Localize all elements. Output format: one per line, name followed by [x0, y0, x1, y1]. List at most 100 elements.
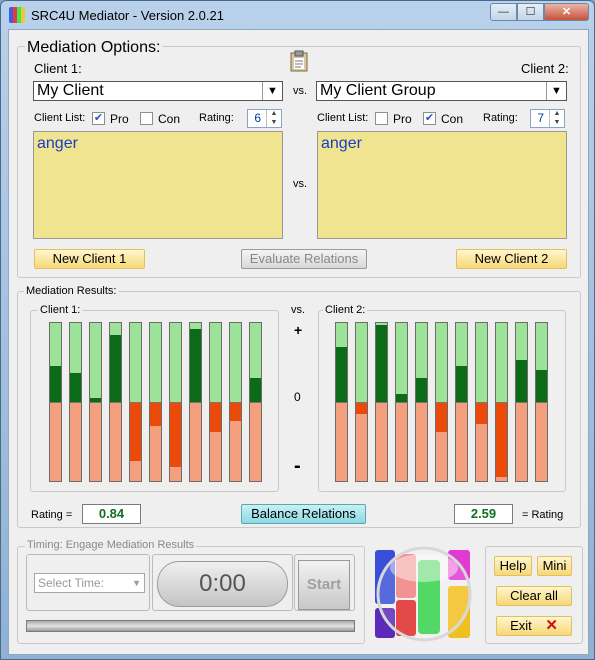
client1-result-bar: [129, 322, 142, 482]
client1-textarea[interactable]: anger: [33, 131, 283, 239]
client2-result-bar: [515, 322, 528, 482]
app-window: SRC4U Mediator - Version 2.0.21 — ☐ ✕ Me…: [0, 0, 595, 660]
mediation-results-label: Mediation Results:: [24, 285, 119, 297]
client1-result-bar-positive-fill: [110, 335, 121, 402]
vs-label-middle: vs.: [293, 178, 308, 190]
client2-pro-label: Pro: [393, 112, 412, 126]
close-button[interactable]: ✕: [544, 3, 589, 21]
rating-right-label: = Rating: [522, 509, 564, 521]
client1-result-bar: [49, 322, 62, 482]
client1-pro-label: Pro: [110, 112, 129, 126]
new-client1-button[interactable]: New Client 1: [34, 249, 145, 269]
chevron-down-icon[interactable]: ▼: [266, 119, 281, 127]
client1-result-bar-positive-fill: [250, 378, 261, 402]
client2-result-bar: [495, 322, 508, 482]
chevron-up-icon[interactable]: ▲: [266, 110, 281, 118]
client2-rating-label: Rating:: [483, 112, 518, 124]
client2-result-bar: [475, 322, 488, 482]
timing-progress-bar: [26, 620, 355, 632]
window-title: SRC4U Mediator - Version 2.0.21: [31, 8, 224, 23]
app-icon: [9, 7, 25, 23]
client2-result-bar-positive-fill: [536, 370, 547, 402]
client2-result-bar-negative-fill: [496, 402, 507, 477]
client2-result-bar-positive-fill: [396, 394, 407, 402]
client1-results-label: Client 1:: [38, 304, 83, 316]
rating-left-value: 0.84: [82, 504, 141, 524]
client2-result-bar: [355, 322, 368, 482]
clear-all-button[interactable]: Clear all: [496, 586, 572, 606]
chevron-down-icon[interactable]: ▼: [546, 82, 566, 100]
select-time-placeholder: Select Time:: [38, 576, 105, 590]
client1-result-bar-positive-fill: [190, 329, 201, 402]
client2-rating-stepper[interactable]: 7 ▲ ▼: [530, 109, 565, 128]
client2-result-bar: [435, 322, 448, 482]
timer-display: 0:00: [157, 561, 288, 607]
client1-result-bar-negative-fill: [210, 402, 221, 432]
plus-label: +: [294, 322, 303, 338]
client2-result-bar: [455, 322, 468, 482]
client1-result-bar: [149, 322, 162, 482]
client1-list-label: Client List:: [34, 112, 86, 124]
client1-select-value: My Client: [37, 82, 104, 99]
client2-result-bar: [335, 322, 348, 482]
client1-result-bar: [169, 322, 182, 482]
start-button[interactable]: Start: [298, 560, 350, 610]
client2-result-bar-negative-fill: [476, 402, 487, 424]
select-time-dropdown[interactable]: Select Time: ▼: [34, 573, 145, 593]
client2-result-bar: [375, 322, 388, 482]
client1-con-label: Con: [158, 112, 181, 126]
title-bar: SRC4U Mediator - Version 2.0.21 — ☐ ✕: [1, 1, 595, 29]
client1-rating-stepper[interactable]: 6 ▲ ▼: [247, 109, 282, 128]
client2-result-bar-negative-fill: [436, 402, 447, 432]
client2-results-label: Client 2:: [323, 304, 368, 316]
client2-label: Client 2:: [521, 61, 569, 76]
client1-result-bar-negative-fill: [170, 402, 181, 467]
client2-rating-value: 7: [537, 111, 544, 125]
client1-result-bar-negative-fill: [150, 402, 161, 426]
client1-select[interactable]: My Client ▼: [33, 81, 283, 101]
chevron-up-icon[interactable]: ▲: [549, 110, 564, 118]
vs-label-top: vs.: [293, 85, 308, 97]
mediation-options-label: Mediation Options:: [25, 39, 163, 57]
client2-pro-checkbox[interactable]: [375, 112, 388, 125]
chevron-down-icon[interactable]: ▼: [549, 119, 564, 127]
client2-bars: [335, 322, 555, 482]
client1-result-bar-positive-fill: [70, 373, 81, 402]
client1-con-checkbox[interactable]: [140, 112, 153, 125]
client2-result-bar-positive-fill: [336, 347, 347, 402]
client1-result-bar-positive-fill: [50, 366, 61, 402]
evaluate-relations-button[interactable]: Evaluate Relations: [241, 249, 367, 269]
minimize-button[interactable]: —: [490, 3, 517, 21]
chevron-down-icon[interactable]: ▼: [262, 82, 282, 100]
client2-result-bar-positive-fill: [516, 360, 527, 402]
client1-bars: [49, 322, 269, 482]
client1-pro-checkbox[interactable]: ✔: [92, 112, 105, 125]
client2-list-label: Client List:: [317, 112, 369, 124]
minus-label: -: [294, 455, 301, 477]
client2-con-label: Con: [441, 112, 464, 126]
exit-label: Exit: [510, 618, 532, 633]
new-client2-button[interactable]: New Client 2: [456, 249, 567, 269]
client2-result-bar-negative-fill: [356, 402, 367, 414]
client1-result-bar: [249, 322, 262, 482]
app-logo: [375, 546, 472, 642]
client2-result-bar: [415, 322, 428, 482]
client2-textarea[interactable]: anger: [317, 131, 567, 239]
help-button[interactable]: Help: [494, 556, 532, 576]
client2-result-bar-positive-fill: [416, 378, 427, 402]
client2-select-value: My Client Group: [320, 82, 436, 99]
chevron-down-icon[interactable]: ▼: [132, 574, 141, 592]
client1-result-bar: [189, 322, 202, 482]
client2-result-bar-positive-fill: [456, 366, 467, 402]
client2-select[interactable]: My Client Group ▼: [316, 81, 567, 101]
mini-button[interactable]: Mini: [537, 556, 572, 576]
client2-result-bar: [535, 322, 548, 482]
vs-label-results: vs.: [291, 304, 306, 316]
maximize-button[interactable]: ☐: [517, 3, 544, 21]
client-area: Mediation Options: Client 1: Client 2: M…: [8, 29, 589, 655]
exit-button[interactable]: Exit ✕: [496, 616, 572, 636]
balance-relations-button[interactable]: Balance Relations: [241, 504, 366, 524]
client2-con-checkbox[interactable]: ✔: [423, 112, 436, 125]
clipboard-icon[interactable]: [290, 50, 308, 72]
client1-rating-label: Rating:: [199, 112, 234, 124]
